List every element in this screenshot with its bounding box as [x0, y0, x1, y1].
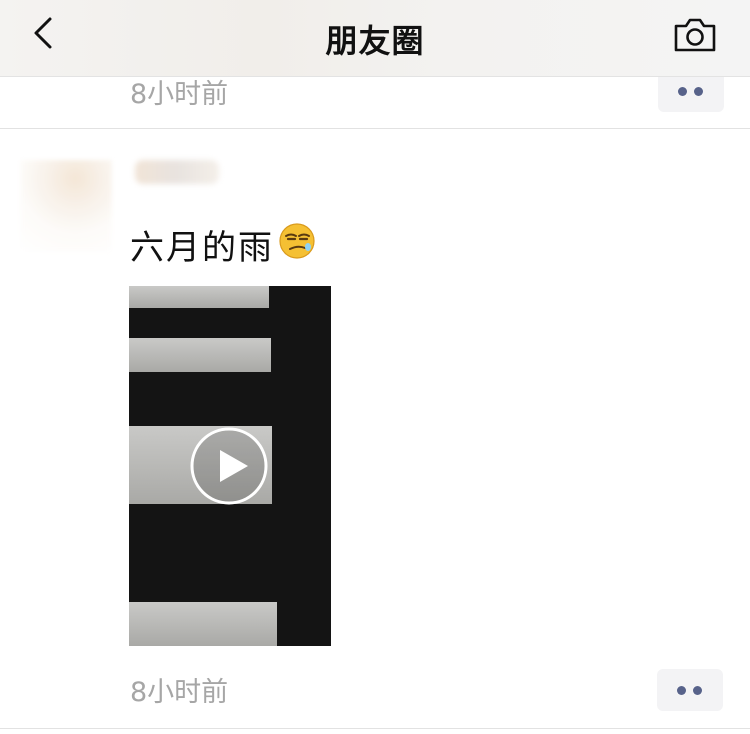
page-title: 朋友圈 [325, 22, 425, 60]
road-stripe [129, 338, 271, 372]
more-button[interactable] [657, 669, 723, 711]
more-dot [678, 87, 687, 96]
more-dot [677, 686, 686, 695]
camera-icon[interactable] [672, 14, 718, 54]
avatar[interactable] [20, 160, 112, 252]
more-dot [694, 87, 703, 96]
post-time: 8小时前 [130, 79, 229, 110]
post-text: 六月的雨 [130, 228, 274, 268]
video-thumbnail[interactable] [129, 286, 331, 646]
nav-bar: 朋友圈 [0, 0, 750, 77]
road-stripe [129, 286, 269, 308]
username[interactable] [135, 160, 219, 184]
smirk-face-icon [279, 223, 315, 259]
post-divider [0, 128, 750, 129]
more-dot [693, 686, 702, 695]
play-icon[interactable] [189, 426, 269, 506]
post-time: 8小时前 [130, 677, 229, 708]
road-stripe [129, 602, 277, 646]
post-divider [0, 728, 750, 729]
